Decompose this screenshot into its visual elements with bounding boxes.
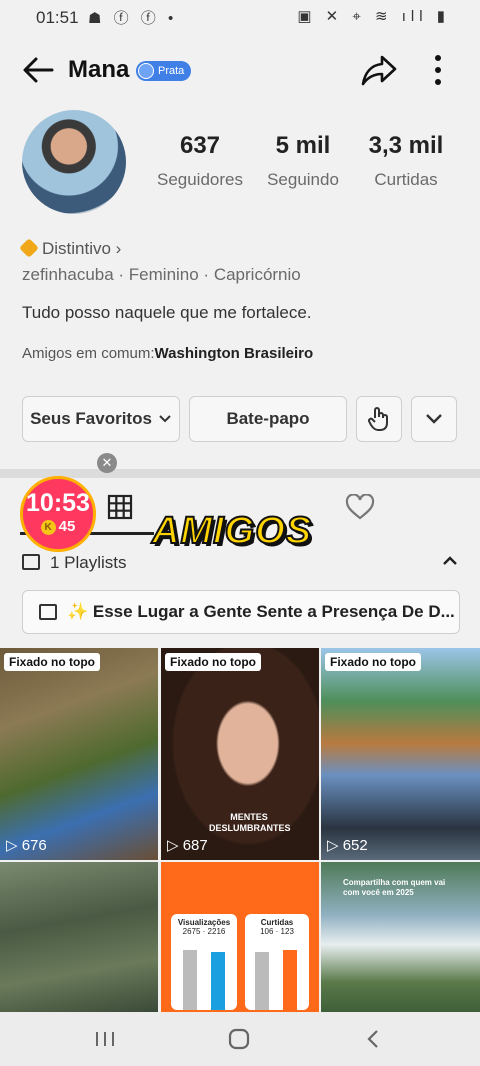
notification-icons: ☗ ⓕ ⓕ • [88, 10, 178, 27]
pinned-label: Fixado no topo [4, 653, 100, 671]
coin-timer-widget[interactable]: 10:53 K 45 [20, 476, 96, 552]
profile-bio: Tudo posso naquele que me fortalece. [22, 303, 312, 322]
recent-apps-icon[interactable] [94, 1030, 116, 1048]
chevron-down-icon [159, 415, 171, 423]
playlist-icon [39, 604, 57, 620]
video-caption: Compartilha com quem vai com você em 202… [343, 878, 446, 897]
share-icon[interactable] [360, 52, 398, 88]
stats-card-label: Visualizações [177, 918, 231, 927]
stats-card-label: Curtidas [260, 918, 294, 927]
stats-bar [183, 950, 197, 1010]
video-thumbnail[interactable]: Visualizações 2675 · 2216 Curtidas 106 ·… [161, 862, 319, 1012]
back-arrow-icon[interactable] [20, 52, 56, 88]
close-timer-button[interactable]: ✕ [97, 453, 117, 473]
stats-bar [255, 952, 269, 1010]
playlists-header: 1 Playlists [22, 553, 127, 573]
gift-button[interactable] [356, 396, 402, 442]
playlist-title: ✨ Esse Lugar a Gente Sente a Presença De… [67, 602, 455, 621]
followers-label: Seguidores [156, 170, 243, 189]
view-count: ▷ 652 [327, 836, 368, 854]
playlists-count: 1 Playlists [50, 553, 127, 572]
followers-stat[interactable]: 637 Seguidores [150, 132, 250, 190]
video-thumbnail[interactable] [0, 862, 158, 1012]
play-icon: ▷ [167, 837, 183, 854]
mutual-friends-label: Amigos em comum: [22, 345, 155, 362]
status-bar: 01:51 ☗ ⓕ ⓕ • ▣ ✕ ⌖ ≋ ıll ▮ [0, 0, 480, 36]
rank-badge-icon [138, 63, 154, 79]
following-count: 5 mil [275, 132, 331, 159]
view-count-value: 687 [182, 837, 208, 854]
video-thumbnail[interactable]: Fixado no topo ▷ 676 [0, 648, 158, 860]
video-overlay-text: MENTES DESLUMBRANTES [209, 812, 291, 833]
home-icon[interactable] [228, 1028, 250, 1050]
stats-value-a: 106 [260, 927, 274, 936]
playlist-item[interactable]: ✨ Esse Lugar a Gente Sente a Presença De… [22, 590, 460, 634]
expand-button[interactable] [411, 396, 457, 442]
timer-time: 10:53 [26, 489, 90, 517]
system-status-icons: ▣ ✕ ⌖ ≋ ıll ▮ [297, 8, 450, 25]
play-icon: ▷ [6, 837, 22, 854]
rank-badge-label: Prata [158, 65, 185, 77]
likes-label: Curtidas [374, 170, 438, 189]
back-nav-icon[interactable] [366, 1029, 380, 1049]
stats-card: Visualizações 2675 · 2216 [171, 914, 237, 1010]
chevron-up-icon[interactable] [440, 553, 460, 569]
coin-icon: K [40, 520, 56, 535]
gift-hand-icon [368, 407, 388, 431]
likes-count: 3,3 mil [368, 132, 444, 159]
distintivo-label: Distintivo › [42, 239, 122, 258]
favorites-button[interactable]: Seus Favoritos [22, 396, 180, 442]
view-count: ▷ 676 [6, 836, 47, 854]
profile-meta: zefinhacuba · Feminino · Capricórnio [22, 265, 301, 284]
profile-name: Mana [68, 56, 130, 83]
profile-header: Mana Prata [0, 44, 480, 96]
distintivo-icon [19, 238, 39, 258]
mutual-friends[interactable]: Amigos em comum:Washington Brasileiro [22, 345, 313, 362]
system-nav-bar [0, 1012, 480, 1066]
stats-value-a: 2675 [182, 927, 201, 936]
stats-card: Curtidas 106 · 123 [245, 914, 309, 1010]
following-label: Seguindo [267, 170, 339, 189]
video-thumbnail[interactable]: Compartilha com quem vai com você em 202… [321, 862, 480, 1012]
timer-coins: K 45 [23, 518, 93, 535]
avatar[interactable] [22, 110, 126, 214]
timer-coins-count: 45 [58, 518, 76, 535]
stats-card-values: 2675 · 2216 [182, 927, 226, 936]
stats-card-values: 106 · 123 [260, 927, 294, 936]
view-count-value: 676 [21, 837, 47, 854]
rank-badge[interactable]: Prata [136, 61, 192, 81]
stats-bar [211, 952, 225, 1010]
distintivo-link[interactable]: Distintivo › [19, 238, 122, 259]
view-count: ▷ 687 [167, 836, 208, 854]
status-time: 01:51 [36, 8, 79, 27]
view-count-value: 652 [342, 837, 368, 854]
heart-icon[interactable] [345, 494, 375, 520]
chat-button[interactable]: Bate-papo [189, 396, 347, 442]
video-thumbnail[interactable]: Fixado no topo MENTES DESLUMBRANTES ▷ 68… [161, 648, 319, 860]
favorites-label: Seus Favoritos [30, 409, 152, 428]
stats-value-b: 123 [280, 927, 294, 936]
play-icon: ▷ [327, 837, 343, 854]
grid-icon[interactable] [107, 494, 133, 520]
chevron-down-icon [426, 414, 442, 424]
likes-stat[interactable]: 3,3 mil Curtidas [356, 132, 456, 190]
chat-label: Bate-papo [226, 409, 310, 428]
followers-count: 637 [179, 132, 221, 159]
more-vert-icon[interactable] [428, 54, 448, 86]
playlist-icon [22, 554, 40, 570]
video-thumbnail[interactable]: Fixado no topo ▷ 652 [321, 648, 480, 860]
pinned-label: Fixado no topo [325, 653, 421, 671]
following-stat[interactable]: 5 mil Seguindo [253, 132, 353, 190]
amigos-sticker: AMIGOS [151, 509, 313, 553]
stats-value-b: 2216 [207, 927, 226, 936]
stats-bar [283, 950, 297, 1010]
mutual-friend-name: Washington Brasileiro [154, 345, 314, 362]
pinned-label: Fixado no topo [165, 653, 261, 671]
section-divider [0, 469, 480, 478]
